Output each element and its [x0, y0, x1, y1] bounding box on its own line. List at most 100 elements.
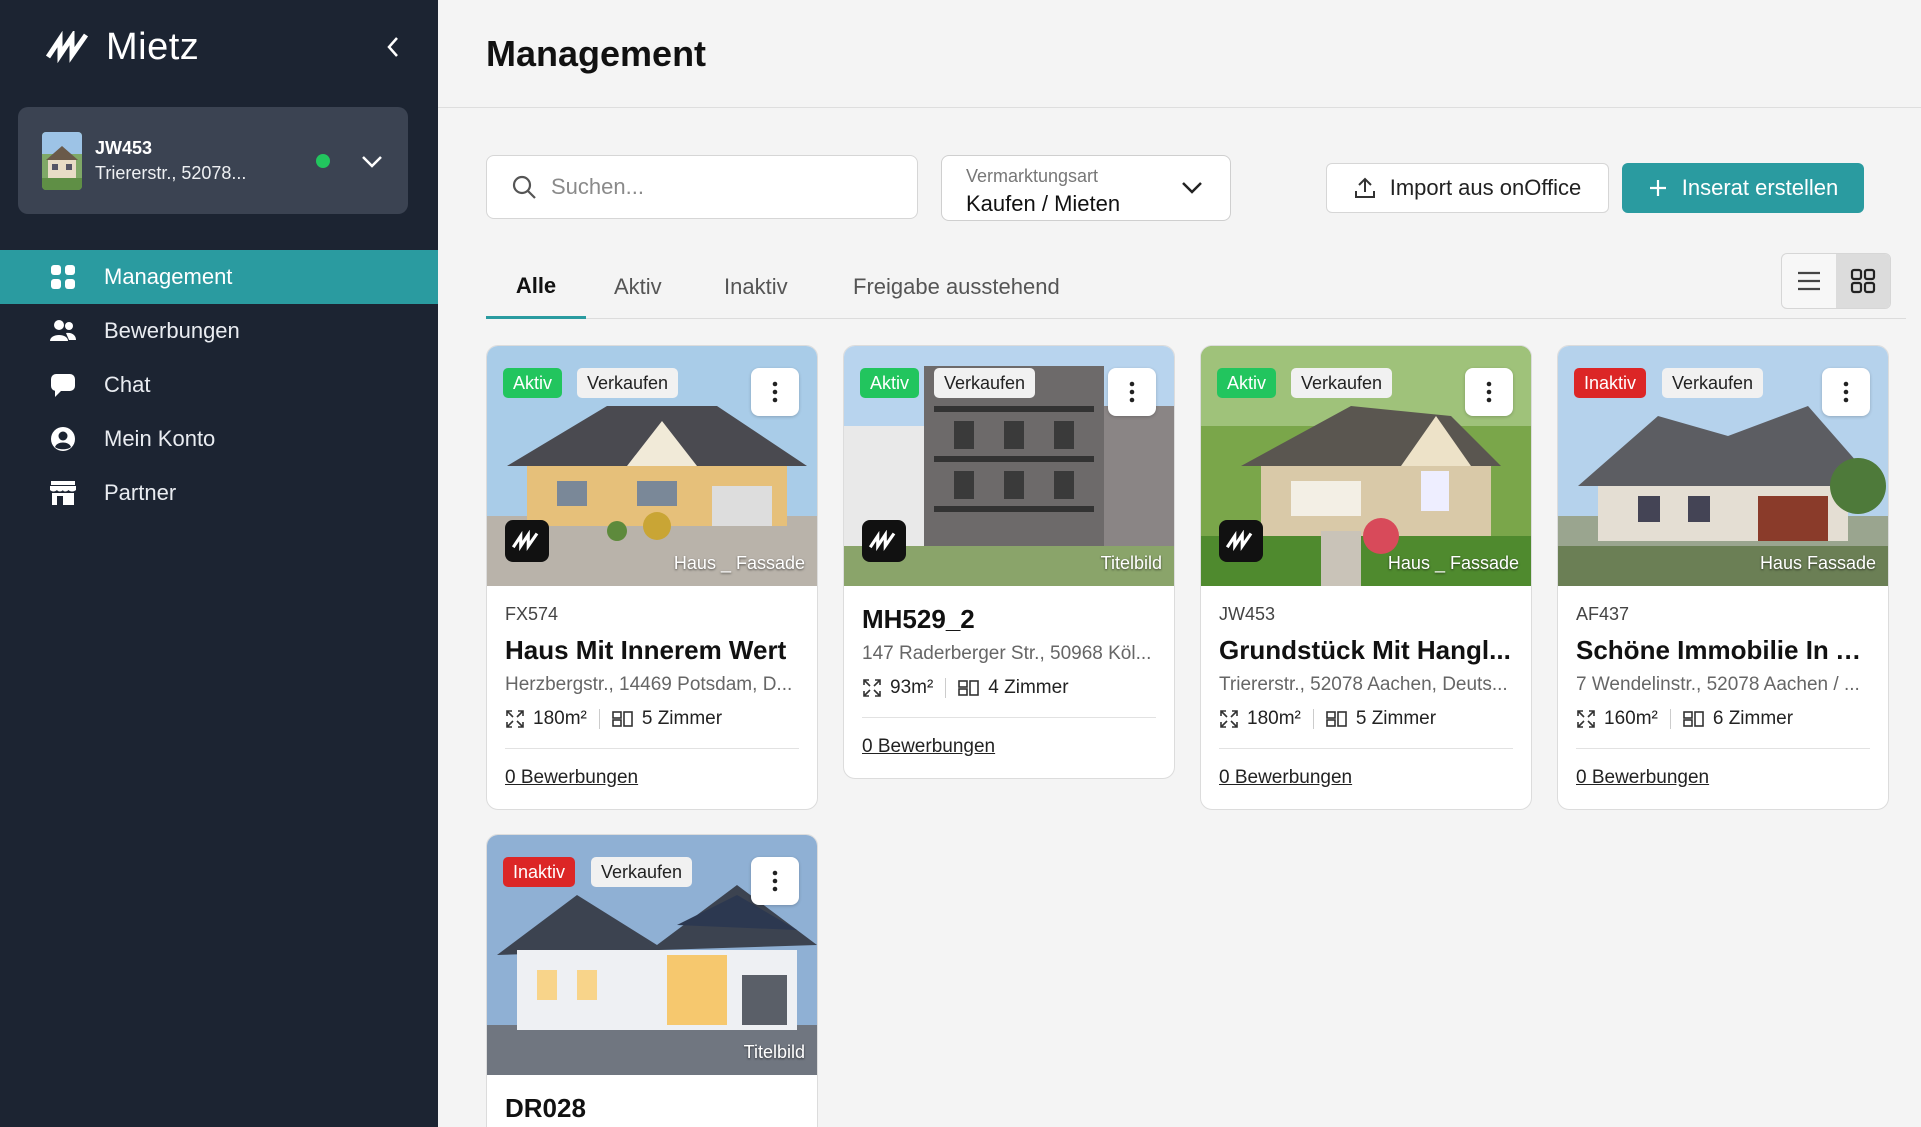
listing-image[interactable]: Inaktiv Verkaufen Haus Fassade — [1558, 346, 1888, 586]
page-title: Management — [486, 32, 707, 74]
toolbar: Vermarktungsart Kaufen / Mieten Import a… — [486, 155, 1906, 221]
listing-card[interactable]: Inaktiv Verkaufen Haus Fassade AF437 Sch… — [1557, 345, 1889, 810]
create-listing-button[interactable]: Inserat erstellen — [1622, 163, 1864, 213]
grid-icon — [48, 262, 78, 292]
chevron-left-icon — [387, 37, 398, 57]
property-switcher[interactable]: JW453 Triererstr., 52078... — [18, 107, 408, 214]
type-badge: Verkaufen — [934, 368, 1036, 398]
listing-area: 93m² — [890, 677, 934, 698]
plus-icon — [1649, 180, 1666, 196]
listing-image[interactable]: Aktiv Verkaufen Haus _ Fassade — [1201, 346, 1531, 586]
applications-link[interactable]: 0 Bewerbungen — [505, 767, 638, 789]
mietz-logo-icon — [46, 31, 89, 63]
listing-area: 180m² — [533, 708, 587, 729]
more-options-button[interactable] — [751, 368, 799, 416]
listing-image[interactable]: Inaktiv Verkaufen Titelbild — [487, 835, 817, 1075]
rooms-icon — [1326, 711, 1347, 727]
mietz-watermark-icon — [505, 520, 549, 562]
more-options-button[interactable] — [751, 857, 799, 905]
sidebar-item-management[interactable]: Management — [0, 250, 438, 304]
more-vertical-icon — [772, 870, 778, 892]
grid-view-button[interactable] — [1836, 254, 1890, 308]
image-label: Haus _ Fassade — [1387, 553, 1519, 573]
tab-alle[interactable]: Alle — [486, 255, 586, 319]
sidebar-item-chat[interactable]: Chat — [0, 358, 438, 412]
list-icon — [1798, 271, 1820, 291]
grid-icon — [1850, 268, 1876, 294]
tab-freigabe-ausstehend[interactable]: Freigabe ausstehend — [853, 255, 1060, 319]
applications-link[interactable]: 0 Bewerbungen — [1576, 767, 1709, 789]
marketing-type-select[interactable]: Vermarktungsart Kaufen / Mieten — [941, 155, 1231, 221]
applications-link[interactable]: 0 Bewerbungen — [1219, 767, 1352, 789]
select-value: Kaufen / Mieten — [966, 191, 1121, 216]
listing-card[interactable]: Aktiv Verkaufen Titelbild MH529_2 147 Ra… — [843, 345, 1175, 779]
mietz-watermark-icon — [1219, 520, 1263, 562]
listing-title: Schöne Immobilie In A... — [1576, 635, 1870, 665]
sidebar-item-bewerbungen[interactable]: Bewerbungen — [0, 304, 438, 358]
type-badge: Verkaufen — [591, 857, 693, 887]
more-options-button[interactable] — [1108, 368, 1156, 416]
listing-card[interactable]: Aktiv Verkaufen Haus _ Fassade FX574 Hau… — [486, 345, 818, 810]
listing-card[interactable]: Inaktiv Verkaufen Titelbild DR028 — [486, 834, 818, 1127]
property-code: JW453 — [95, 137, 153, 158]
more-options-button[interactable] — [1822, 368, 1870, 416]
sidebar-item-label: Bewerbungen — [104, 318, 240, 343]
import-onoffice-button[interactable]: Import aus onOffice — [1326, 163, 1609, 213]
listing-card[interactable]: Aktiv Verkaufen Haus _ Fassade JW453 Gru… — [1200, 345, 1532, 810]
listing-address: Herzbergstr., 14469 Potsdam, D... — [505, 674, 793, 695]
sidebar-item-label: Mein Konto — [104, 426, 216, 451]
sidebar-item-mein-konto[interactable]: Mein Konto — [0, 412, 438, 466]
mietz-watermark-icon — [862, 520, 906, 562]
search-input[interactable] — [551, 174, 891, 200]
sidebar-item-label: Chat — [104, 372, 151, 397]
listing-address: 7 Wendelinstr., 52078 Aachen / ... — [1576, 674, 1860, 695]
rooms-icon — [612, 711, 633, 727]
area-icon — [506, 710, 524, 728]
sidebar: Mietz JW453 Triererstr., 52078... Manage… — [0, 0, 438, 1127]
upload-icon — [1354, 177, 1375, 198]
listing-rooms: 5 Zimmer — [1355, 708, 1437, 729]
type-badge: Verkaufen — [1291, 368, 1393, 398]
account-icon — [48, 424, 78, 454]
select-label: Vermarktungsart — [966, 166, 1099, 186]
status-badge: Aktiv — [860, 368, 920, 398]
area-icon — [863, 679, 881, 697]
list-view-button[interactable] — [1782, 254, 1836, 308]
type-badge: Verkaufen — [1662, 368, 1764, 398]
listing-rooms: 4 Zimmer — [988, 677, 1069, 698]
property-thumbnail — [42, 131, 82, 190]
view-toggle — [1781, 253, 1891, 309]
more-vertical-icon — [772, 381, 778, 403]
more-options-button[interactable] — [1465, 368, 1513, 416]
applications-link[interactable]: 0 Bewerbungen — [862, 736, 995, 758]
image-label: Haus Fassade — [1759, 553, 1876, 573]
tab-inaktiv[interactable]: Inaktiv — [724, 255, 788, 319]
status-badge: Aktiv — [1217, 368, 1277, 398]
more-vertical-icon — [1129, 381, 1135, 403]
collapse-sidebar-button[interactable] — [378, 32, 408, 62]
rooms-icon — [1683, 711, 1704, 727]
status-tabs: Alle Aktiv Inaktiv Freigabe ausstehend — [486, 255, 1906, 319]
sidebar-item-partner[interactable]: Partner — [0, 466, 438, 520]
image-label: Haus _ Fassade — [673, 553, 805, 573]
listing-title: Grundstück Mit Hangl... — [1219, 635, 1511, 665]
sidebar-item-label: Management — [104, 264, 233, 289]
more-vertical-icon — [1486, 381, 1492, 403]
create-label: Inserat erstellen — [1681, 175, 1839, 200]
tab-aktiv[interactable]: Aktiv — [614, 255, 662, 319]
brand[interactable]: Mietz — [46, 24, 199, 70]
search-icon — [512, 175, 536, 199]
status-badge: Inaktiv — [1574, 368, 1647, 398]
image-label: Titelbild — [743, 1042, 805, 1062]
area-icon — [1220, 710, 1238, 728]
listing-image[interactable]: Aktiv Verkaufen Haus _ Fassade — [487, 346, 817, 586]
chevron-down-icon — [1182, 182, 1202, 194]
sidebar-item-label: Partner — [104, 480, 177, 505]
search-box[interactable] — [486, 155, 918, 219]
listing-code: MH529_2 — [862, 604, 975, 634]
chat-icon — [48, 370, 78, 400]
listing-image[interactable]: Aktiv Verkaufen Titelbild — [844, 346, 1174, 586]
property-address: Triererstr., 52078... — [95, 162, 247, 183]
listing-code: AF437 — [1576, 604, 1630, 624]
image-label: Titelbild — [1100, 553, 1162, 573]
